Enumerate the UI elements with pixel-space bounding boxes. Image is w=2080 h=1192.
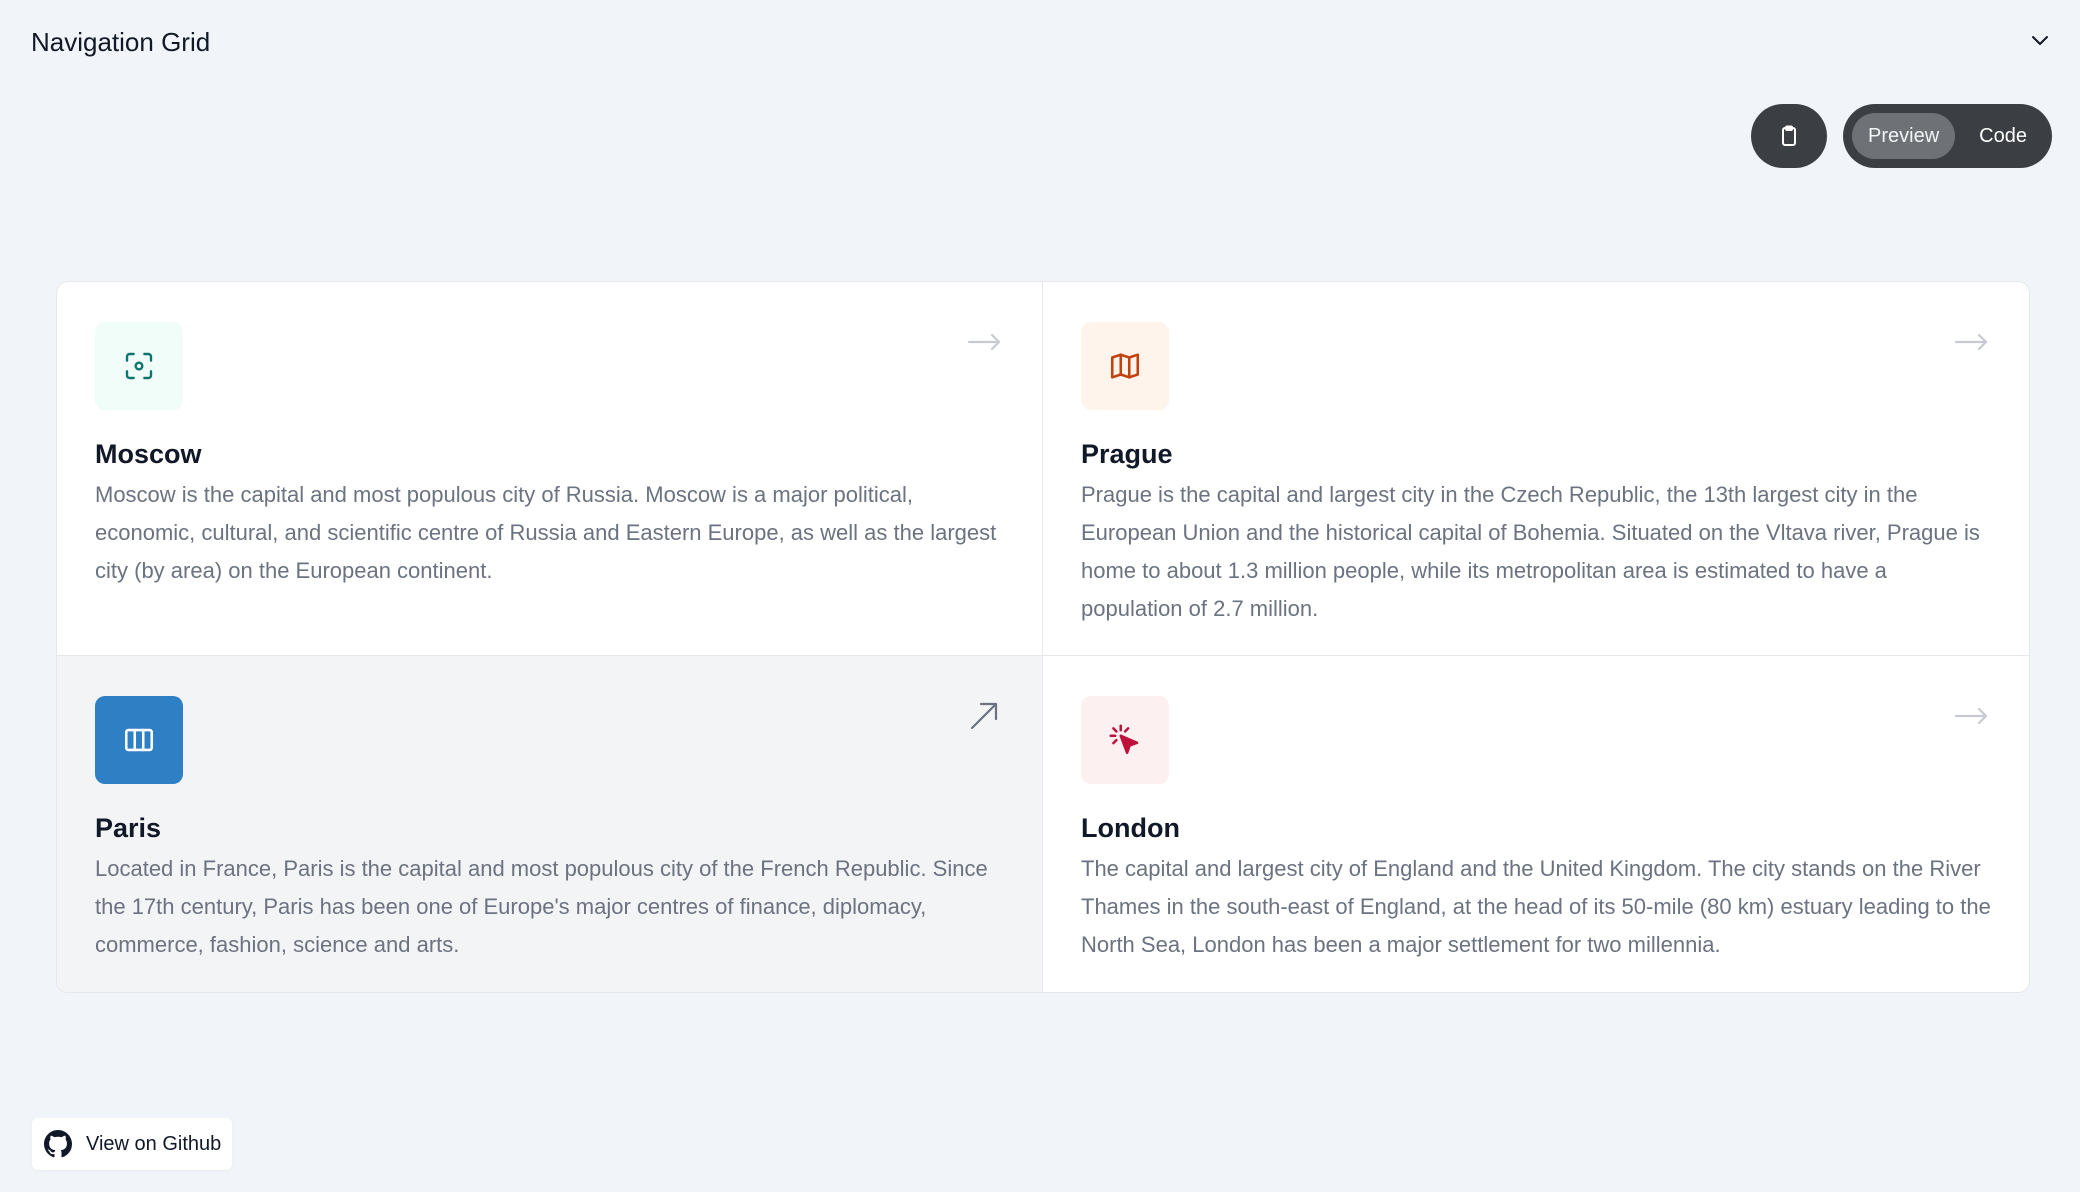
- card-title: Paris: [95, 813, 162, 843]
- collapse-button[interactable]: [2022, 26, 2058, 56]
- card-icon-box: [95, 322, 183, 410]
- card-description: Moscow is the capital and most populous …: [95, 482, 997, 583]
- navigation-grid: Moscow Moscow is the capital and most po…: [56, 281, 2030, 993]
- card-title: Moscow: [95, 439, 202, 469]
- github-label: View on Github: [86, 1132, 222, 1155]
- scan-eye-icon: [125, 352, 153, 380]
- cursor-click-icon: [1109, 724, 1139, 755]
- tab-preview[interactable]: Preview: [1852, 113, 1956, 159]
- card-icon-box: [1081, 696, 1169, 784]
- card-title: Prague: [1081, 439, 1173, 469]
- card-description: Located in France, Paris is the capital …: [95, 856, 988, 957]
- github-icon: [44, 1130, 72, 1158]
- toolbar: Preview Code: [1751, 104, 2052, 168]
- view-toggle: Preview Code: [1843, 104, 2052, 168]
- github-link[interactable]: View on Github: [32, 1118, 232, 1170]
- card-london[interactable]: London The capital and largest city of E…: [1043, 656, 2029, 992]
- arrow-right-icon: [1954, 707, 1988, 725]
- card-moscow[interactable]: Moscow Moscow is the capital and most po…: [57, 282, 1043, 656]
- copy-button[interactable]: [1751, 104, 1827, 168]
- card-title: London: [1081, 813, 1180, 843]
- page-title: Navigation Grid: [31, 27, 211, 57]
- card-description: Prague is the capital and largest city i…: [1081, 482, 1980, 621]
- tab-code[interactable]: Code: [1963, 113, 2043, 159]
- columns-icon: [124, 728, 154, 752]
- card-icon-box: [95, 696, 183, 784]
- arrow-right-icon: [967, 333, 1001, 351]
- map-icon: [1110, 353, 1140, 379]
- arrow-up-right-icon: [970, 702, 998, 730]
- clipboard-icon: [1782, 125, 1796, 146]
- card-prague[interactable]: Prague Prague is the capital and largest…: [1043, 282, 2029, 656]
- app-frame: Navigation Grid Preview Code Moscow Mosc…: [2, 2, 2078, 1190]
- card-icon-box: [1081, 322, 1169, 410]
- card-description: The capital and largest city of England …: [1081, 856, 1991, 957]
- chevron-down-icon: [2032, 36, 2048, 45]
- card-paris[interactable]: Paris Located in France, Paris is the ca…: [57, 656, 1043, 992]
- arrow-right-icon: [1954, 333, 1988, 351]
